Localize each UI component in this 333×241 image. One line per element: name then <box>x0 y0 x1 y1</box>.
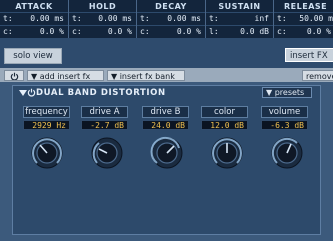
hold-title: HOLD <box>88 2 117 11</box>
presets-label: presets <box>274 88 305 97</box>
color-label: color <box>201 106 248 118</box>
curve-key: c: <box>72 27 82 36</box>
release-title: RELEASE <box>284 2 328 11</box>
hold-time[interactable]: t: 0.00 ms <box>69 14 136 24</box>
remove-button[interactable]: remove <box>302 70 333 81</box>
attack-title: ATTACK <box>15 2 53 11</box>
volume-knob[interactable] <box>270 136 304 170</box>
color-value[interactable]: 12.0 dB <box>201 120 248 130</box>
insert-fx-tab[interactable]: insert FX <box>285 48 333 62</box>
decay-title: DECAY <box>155 2 187 11</box>
plugin-title: DUAL BAND DISTORTION <box>36 88 166 98</box>
sustain-title: SUSTAIN <box>218 2 261 11</box>
attack-time[interactable]: t: 0.00 ms <box>0 14 68 24</box>
time-key: t: <box>209 14 219 23</box>
power-toggle[interactable] <box>4 70 24 81</box>
decay-time-value: 0.00 ms <box>167 14 201 23</box>
decay-curve[interactable]: c: 0.0 % <box>137 27 205 37</box>
background-filler <box>0 235 333 241</box>
curve-key: c: <box>3 27 13 36</box>
drive-b-value[interactable]: 24.0 dB <box>142 120 189 130</box>
drive-b-label: drive B <box>142 106 189 118</box>
attack-time-value: 0.00 ms <box>30 14 64 23</box>
dropdown-arrow-icon: ▼ <box>31 72 38 81</box>
time-key: t: <box>140 14 150 23</box>
time-key: t: <box>277 14 287 23</box>
frequency-value[interactable]: 2929 Hz <box>23 120 70 130</box>
volume-value[interactable]: -6.3 dB <box>261 120 308 130</box>
divider <box>0 12 333 13</box>
decay-curve-value: 0.0 % <box>176 27 201 36</box>
curve-key: c: <box>140 27 150 36</box>
volume-label: volume <box>261 106 308 118</box>
sustain-time-value: inf <box>254 14 269 23</box>
release-time[interactable]: t: 50.00 m <box>274 14 333 24</box>
divider <box>0 25 333 26</box>
hold-curve-value: 0.0 % <box>107 27 132 36</box>
release-time-value: 50.00 m <box>299 14 333 23</box>
drive-a-value[interactable]: -2.7 dB <box>81 120 128 130</box>
sustain-level[interactable]: l: 0.0 dB <box>206 27 273 37</box>
decay-time[interactable]: t: 0.00 ms <box>137 14 205 24</box>
attack-curve-value: 0.0 % <box>39 27 64 36</box>
presets-dropdown[interactable]: ▼ presets <box>262 87 312 98</box>
sustain-time[interactable]: t: inf <box>206 14 273 24</box>
color-knob[interactable] <box>210 136 244 170</box>
insert-fx-bank-dropdown[interactable]: ▼ insert fx bank <box>107 70 185 81</box>
release-curve-value: 0.0 % <box>306 27 331 36</box>
drive-a-label: drive A <box>81 106 128 118</box>
plugin-power-icon[interactable] <box>27 88 36 98</box>
frequency-knob[interactable] <box>30 136 64 170</box>
drive-b-knob[interactable] <box>150 136 184 170</box>
sustain-level-value: 0.0 dB <box>240 27 269 36</box>
hold-time-value: 0.00 ms <box>98 14 132 23</box>
time-key: t: <box>3 14 13 23</box>
hold-curve[interactable]: c: 0.0 % <box>69 27 136 37</box>
drive-a-knob[interactable] <box>90 136 124 170</box>
level-key: l: <box>209 27 219 36</box>
power-icon <box>10 72 18 80</box>
dropdown-arrow-icon: ▼ <box>266 88 273 97</box>
curve-key: c: <box>277 27 287 36</box>
attack-curve[interactable]: c: 0.0 % <box>0 27 68 37</box>
solo-view-button[interactable]: solo view <box>4 48 62 64</box>
envelope-header: ATTACK t: 0.00 ms c: 0.0 % HOLD t: 0.00 ms … <box>0 0 333 38</box>
insert-fx-bank-label: insert fx bank <box>119 72 175 81</box>
add-insert-fx-label: add insert fx <box>39 72 91 81</box>
release-curve[interactable]: c: 0.0 % <box>274 27 333 37</box>
frequency-label: frequency <box>23 106 70 118</box>
time-key: t: <box>72 14 82 23</box>
dropdown-arrow-icon: ▼ <box>111 72 118 81</box>
add-insert-fx-dropdown[interactable]: ▼ add insert fx <box>27 70 104 81</box>
